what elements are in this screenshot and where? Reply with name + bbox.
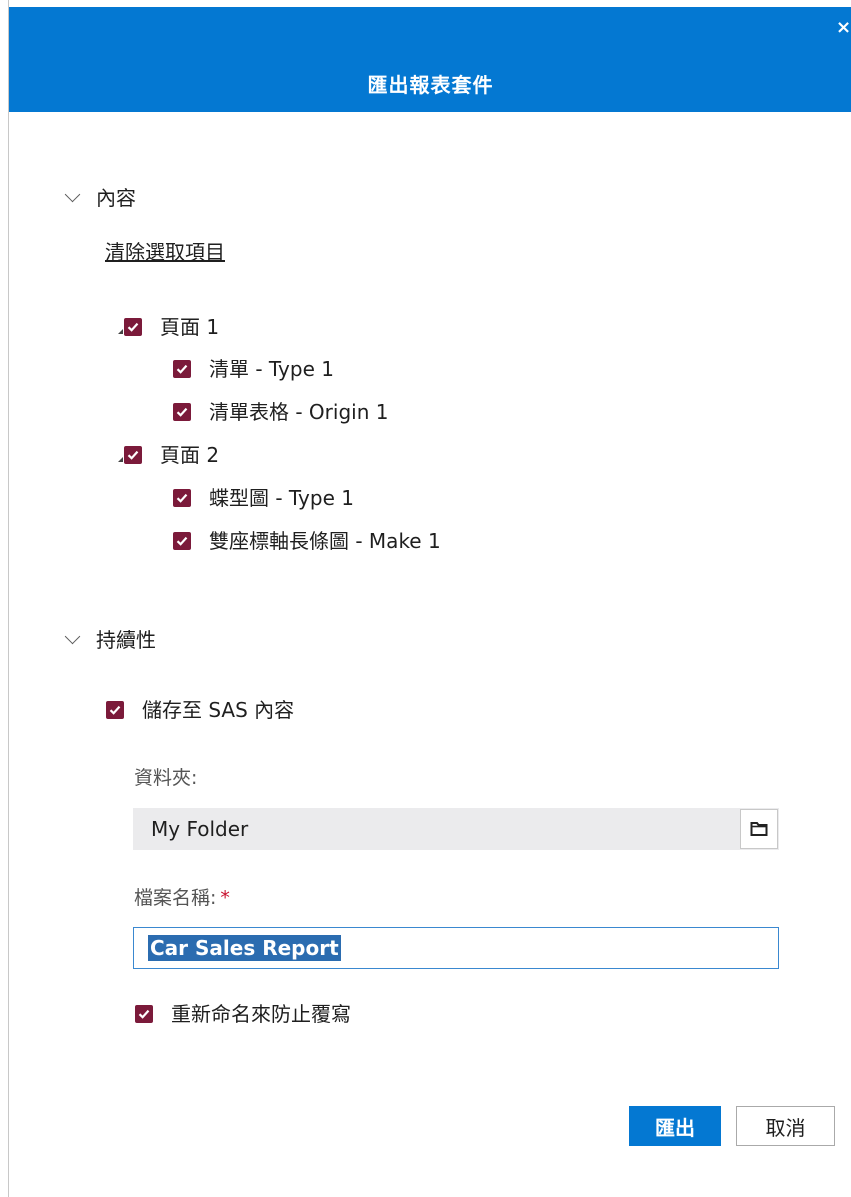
save-to-sas-content-checkbox[interactable] <box>106 701 124 719</box>
tree-item-label: 清單 - Type 1 <box>209 357 334 381</box>
tree-item-page-2[interactable]: 頁面 2 <box>118 441 219 469</box>
tree-item-label: 頁面 1 <box>160 315 220 339</box>
filename-label: 檔案名稱: * <box>134 886 230 910</box>
checkmark-icon <box>176 536 188 546</box>
save-to-sas-content-option[interactable]: 儲存至 SAS 內容 <box>106 696 294 724</box>
chevron-down-icon[interactable] <box>64 628 81 645</box>
export-report-package-dialog: × 匯出報表套件 內容 清除選取項目 頁面 1 清單 - Type 1 清單表格… <box>8 0 851 1197</box>
tree-item-page-1[interactable]: 頁面 1 <box>118 313 219 341</box>
tree-item-label: 蝶型圖 - Type 1 <box>209 486 354 510</box>
export-button[interactable]: 匯出 <box>629 1106 721 1146</box>
tree-item-list-table-origin-1[interactable]: 清單表格 - Origin 1 <box>173 398 388 426</box>
browse-folder-button[interactable] <box>740 809 778 849</box>
tree-item-dual-axis-bar-make-1[interactable]: 雙座標軸長條圖 - Make 1 <box>173 527 441 555</box>
required-marker: * <box>220 887 230 909</box>
folder-value: My Folder <box>151 817 249 841</box>
tree-item-label: 雙座標軸長條圖 - Make 1 <box>209 529 441 553</box>
folder-icon <box>750 822 768 836</box>
checkmark-icon <box>127 450 139 460</box>
tree-item-label: 頁面 2 <box>160 443 220 467</box>
filename-value: Car Sales Report <box>148 935 341 961</box>
list-table-origin-1-checkbox[interactable] <box>173 403 191 421</box>
filename-input[interactable]: Car Sales Report <box>133 927 779 969</box>
clear-selection-link[interactable]: 清除選取項目 <box>105 240 225 264</box>
page-2-checkbox[interactable] <box>124 446 142 464</box>
cancel-button[interactable]: 取消 <box>736 1106 835 1146</box>
checkmark-icon <box>138 1009 150 1019</box>
close-icon[interactable]: × <box>836 19 851 39</box>
dual-axis-bar-make-1-checkbox[interactable] <box>173 532 191 550</box>
chevron-down-icon[interactable] <box>64 186 81 203</box>
list-type-1-checkbox[interactable] <box>173 360 191 378</box>
checkmark-icon <box>176 493 188 503</box>
checkmark-icon <box>127 322 139 332</box>
tree-item-label: 清單表格 - Origin 1 <box>209 400 389 424</box>
rename-prevent-overwrite-option[interactable]: 重新命名來防止覆寫 <box>135 1000 351 1028</box>
dialog-header: × 匯出報表套件 <box>9 7 851 112</box>
filename-label-text: 檔案名稱: <box>134 887 217 909</box>
content-section-title: 內容 <box>96 186 136 210</box>
dialog-title: 匯出報表套件 <box>367 73 494 97</box>
persistence-section-title: 持續性 <box>96 628 156 652</box>
tree-item-list-type-1[interactable]: 清單 - Type 1 <box>173 355 334 383</box>
expand-triangle-icon[interactable] <box>118 328 123 334</box>
persistence-section-header[interactable]: 持續性 <box>64 628 156 652</box>
rename-prevent-overwrite-label: 重新命名來防止覆寫 <box>171 1002 351 1026</box>
checkmark-icon <box>109 705 121 715</box>
rename-prevent-overwrite-checkbox[interactable] <box>135 1005 153 1023</box>
butterfly-type-1-checkbox[interactable] <box>173 489 191 507</box>
folder-label: 資料夾: <box>134 767 198 789</box>
folder-field[interactable]: My Folder <box>133 808 779 850</box>
expand-triangle-icon[interactable] <box>118 456 123 462</box>
page-1-checkbox[interactable] <box>124 318 142 336</box>
checkmark-icon <box>176 407 188 417</box>
checkmark-icon <box>176 364 188 374</box>
tree-item-butterfly-type-1[interactable]: 蝶型圖 - Type 1 <box>173 484 354 512</box>
save-to-sas-content-label: 儲存至 SAS 內容 <box>142 698 295 722</box>
content-section-header[interactable]: 內容 <box>64 186 136 210</box>
